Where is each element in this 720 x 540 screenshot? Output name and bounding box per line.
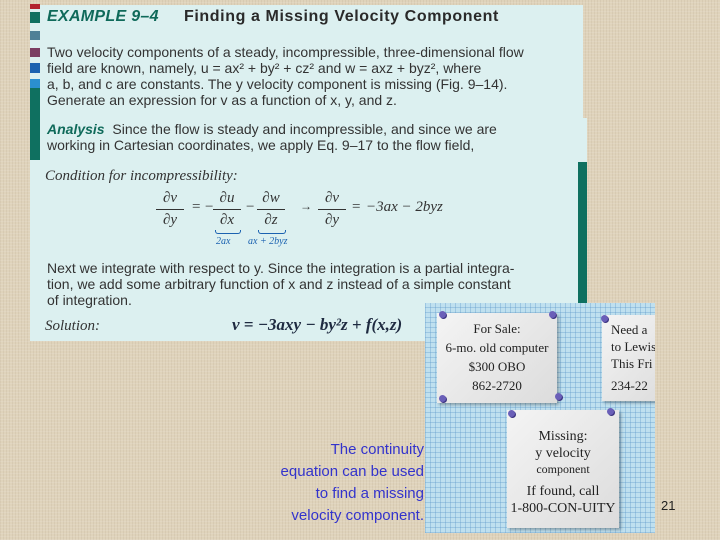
decor-square-steel bbox=[30, 31, 40, 40]
problem-line: a, b, and c are constants. The y velocit… bbox=[47, 76, 508, 92]
note-line: For Sale: bbox=[473, 321, 521, 336]
fraction-du-dx: ∂u ∂x bbox=[213, 190, 241, 229]
note-line: Missing: bbox=[538, 429, 588, 444]
note-missing: Missing: y velocity component If found, … bbox=[507, 410, 619, 528]
underbrace bbox=[258, 230, 286, 234]
decor-square-blue bbox=[30, 63, 40, 73]
fraction-dv-dy-result: ∂v ∂y bbox=[318, 190, 346, 229]
integration-line: Next we integrate with respect to y. Sin… bbox=[47, 260, 515, 276]
decor-bar-teal bbox=[30, 88, 40, 160]
analysis-line: working in Cartesian coordinates, we app… bbox=[47, 137, 475, 153]
integration-line: tion, we add some arbitrary function of … bbox=[47, 276, 511, 292]
caption-line: velocity component. bbox=[291, 507, 424, 524]
equals-sign: = bbox=[352, 199, 361, 215]
note-line: Need a bbox=[611, 322, 648, 337]
note-line: This Fri bbox=[611, 356, 653, 371]
fraction-dv-dy: ∂v ∂y bbox=[156, 190, 184, 229]
solution-equation: v = −3axy − by²z + f(x,z) bbox=[232, 315, 403, 334]
problem-line: field are known, namely, u = ax² + by² +… bbox=[47, 60, 482, 76]
decor-square-red bbox=[30, 4, 40, 9]
note-line: y velocity bbox=[535, 446, 591, 461]
note-line: to Lewis bbox=[611, 339, 655, 354]
example-number: EXAMPLE 9–4 bbox=[47, 8, 159, 25]
condition-label: Condition for incompressibility: bbox=[45, 168, 238, 184]
pushpin-icon bbox=[508, 410, 515, 417]
problem-line: Generate an expression for v as a functi… bbox=[47, 92, 397, 108]
caption-line: to find a missing bbox=[315, 485, 424, 502]
figure-caption: The continuity equation can be used to f… bbox=[281, 439, 424, 527]
problem-statement: Two velocity components of a steady, inc… bbox=[47, 44, 524, 108]
analysis-paragraph: Analysis Since the flow is steady and in… bbox=[47, 121, 497, 153]
problem-line: Two velocity components of a steady, inc… bbox=[47, 44, 524, 60]
example-title-row: EXAMPLE 9–4 Finding a Missing Velocity C… bbox=[47, 8, 498, 26]
fraction-dw-dz: ∂w ∂z bbox=[257, 190, 285, 229]
minus-sign: − bbox=[246, 199, 255, 215]
analysis-label: Analysis bbox=[47, 121, 105, 137]
analysis-line: Since the flow is steady and incompressi… bbox=[112, 121, 497, 137]
integration-paragraph: Next we integrate with respect to y. Sin… bbox=[47, 260, 514, 308]
pushpin-icon bbox=[607, 408, 614, 415]
page-number: 21 bbox=[661, 498, 676, 513]
bulletin-board-figure: For Sale: 6-mo. old computer $300 OBO 86… bbox=[425, 303, 655, 533]
note-line: component bbox=[536, 462, 590, 476]
underbrace-label: ax + 2byz bbox=[248, 236, 288, 247]
implies-arrow: → bbox=[300, 199, 312, 213]
pushpin-icon bbox=[439, 311, 446, 318]
pushpin-icon bbox=[555, 393, 562, 400]
note-line: 234-22 bbox=[611, 378, 648, 393]
pushpin-icon bbox=[549, 311, 556, 318]
caption-line: equation can be used bbox=[280, 463, 424, 480]
decor-bar-teal-right bbox=[578, 162, 587, 304]
underbrace bbox=[215, 230, 241, 234]
equals-sign: = bbox=[192, 199, 201, 215]
note-line: If found, call bbox=[526, 484, 600, 499]
caption-line: The continuity bbox=[330, 441, 424, 458]
decor-square-teal bbox=[30, 12, 40, 23]
note-line: 1-800-CON-UITY bbox=[510, 501, 616, 516]
note-ride: Need a to Lewis This Fri 234-22 bbox=[602, 315, 655, 401]
example-title: Finding a Missing Velocity Component bbox=[184, 8, 499, 25]
note-line: 862-2720 bbox=[472, 378, 522, 393]
pushpin-icon bbox=[601, 315, 608, 322]
pushpin-icon bbox=[439, 395, 446, 402]
note-for-sale: For Sale: 6-mo. old computer $300 OBO 86… bbox=[437, 313, 557, 403]
note-line: $300 OBO bbox=[468, 359, 526, 374]
solution-label: Solution: bbox=[45, 318, 100, 334]
underbrace-label: 2ax bbox=[216, 236, 231, 247]
decor-square-lightblue bbox=[30, 79, 40, 88]
note-line: 6-mo. old computer bbox=[445, 340, 549, 355]
equation-rhs: −3ax − 2byz bbox=[366, 199, 443, 215]
decor-square-plum bbox=[30, 48, 40, 57]
